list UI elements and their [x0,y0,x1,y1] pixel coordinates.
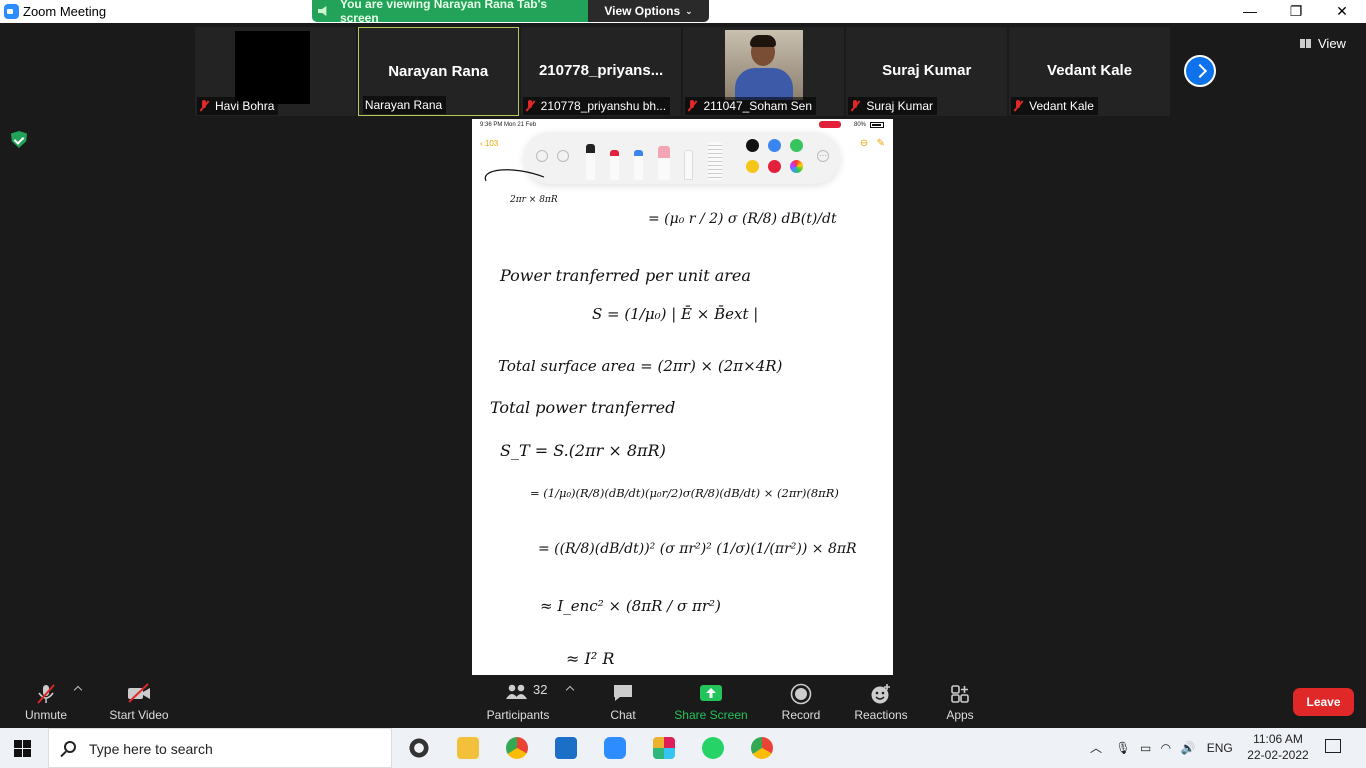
reactions-button[interactable]: Reactions [851,675,911,728]
speaker-icon [318,6,327,16]
participant-video [725,30,804,100]
view-layout-button[interactable]: View [1300,34,1346,52]
apps-icon [951,685,969,703]
participant-name-label: 210778_priyanshu bh... [522,97,671,115]
participants-options-chevron-icon[interactable] [565,685,575,695]
show-hidden-icons-chevron-icon[interactable]: ︿ [1090,741,1102,755]
video-off-icon [128,683,150,703]
file-explorer-icon[interactable] [457,737,479,759]
chevron-down-icon: ⌄ [685,5,693,16]
note-line-5: Total power tranferred [490,398,675,417]
chrome-profile-icon[interactable] [751,737,773,759]
mic-muted-icon [687,100,697,112]
mic-muted-icon [199,100,209,112]
close-icon[interactable]: ✕ [1319,0,1365,23]
participant-name-label: Suraj Kumar [848,97,938,115]
note-line-1-right: = (μ₀ r / 2) σ (R/8) dB(t)/dt [648,211,837,227]
taskbar-clock[interactable]: 11:06 AM 22-02-2022 [1247,731,1309,763]
wifi-icon[interactable]: ◠ [1161,741,1171,755]
unmute-button[interactable]: Unmute [18,675,74,728]
mic-muted-icon [525,100,535,112]
language-indicator[interactable]: ENG [1207,741,1233,755]
participants-button[interactable]: 32 Participants [484,675,552,728]
minimize-icon[interactable]: — [1227,0,1273,23]
mic-muted-icon [1013,100,1023,112]
slack-icon[interactable] [653,737,675,759]
participant-display-name: Vedant Kale [1047,62,1133,79]
note-line-2: Power tranferred per unit area [499,266,751,285]
microphone-icon[interactable]: 🎙 [1115,741,1130,755]
search-placeholder: Type here to search [89,741,213,757]
share-status: You are viewing Narayan Rana Tab's scree… [312,0,588,22]
scribble-mark [484,169,545,182]
search-icon [64,741,76,753]
participant-tile[interactable]: Havi Bohra [195,27,356,116]
participant-name-label: 211047_Soham Sen [685,97,817,115]
system-tray: ︿ 🎙 ▭ ◠ 🔊 ENG [1090,728,1233,768]
zoom-taskbar-icon[interactable] [604,737,626,759]
notifications-icon[interactable] [1325,739,1341,753]
note-line-4: Total surface area = (2πr) × (2π×4R) [498,357,783,375]
participant-display-name: Suraj Kumar [882,62,972,79]
share-screen-icon [700,685,722,701]
taskbar-search-input[interactable]: Type here to search [48,728,392,768]
participant-name-label: Vedant Kale [1011,97,1098,115]
windows-start-icon[interactable] [14,740,31,757]
audio-options-chevron-icon[interactable] [73,685,83,695]
meeting-controls-bar: Unmute Start Video 32 Participants Chat … [0,675,1366,728]
volume-icon[interactable]: 🔊 [1180,741,1195,755]
note-line-9: ≈ I_enc² × (8πR / σ πr²) [540,597,721,615]
participant-display-name: Narayan Rana [388,63,489,80]
share-status-text: You are viewing Narayan Rana Tab's scree… [339,0,548,22]
clock-date: 22-02-2022 [1247,748,1309,762]
record-button[interactable]: Record [778,675,824,728]
participant-gallery: Havi Bohra Narayan Rana Narayan Rana 210… [195,27,1170,116]
share-screen-button[interactable]: Share Screen [673,675,749,728]
shared-screen-view: 9:36 PM Mon 21 Feb 80% ‹ 103 ··· ⊖ ✎ 2πr… [472,119,893,675]
apps-button[interactable]: Apps [940,675,980,728]
reactions-smiley-icon [871,684,890,704]
mail-icon[interactable] [555,737,577,759]
participant-name-label: Narayan Rana [362,96,447,114]
participant-tile[interactable]: Suraj Kumar Suraj Kumar [846,27,1008,116]
maximize-icon[interactable]: ❐ [1273,0,1319,23]
chat-bubble-icon [614,685,632,701]
gallery-view-icon [1300,38,1311,48]
participant-display-name: 210778_priyans... [538,62,664,79]
note-line-3: S = (1/μ₀) | Ē × B̄ext | [592,305,758,323]
settings-gear-icon[interactable] [408,737,430,759]
chrome-icon[interactable] [506,737,528,759]
participant-name-label: Havi Bohra [197,97,279,115]
battery-status-icon[interactable]: ▭ [1140,741,1151,755]
zoom-app-icon [4,4,19,19]
screen-share-banner: You are viewing Narayan Rana Tab's scree… [312,0,709,22]
view-options-label: View Options [604,4,681,18]
handwritten-notes: 2πr × 8πR = (μ₀ r / 2) σ (R/8) dB(t)/dt … [484,169,857,668]
whatsapp-icon[interactable] [702,737,724,759]
note-line-6: S_T = S.(2πr × 8πR) [500,441,666,460]
participant-tile[interactable]: Vedant Kale Vedant Kale [1009,27,1170,116]
windows-taskbar: Type here to search ︿ 🎙 ▭ ◠ 🔊 ENG 11:06 … [0,728,1366,768]
mic-muted-icon [850,100,860,112]
participant-count: 32 [533,682,548,697]
participant-tile-active-speaker[interactable]: Narayan Rana Narayan Rana [357,27,519,116]
mic-muted-icon [37,684,55,704]
participant-tile[interactable]: 211047_Soham Sen [683,27,845,116]
participant-video [235,31,310,104]
start-video-button[interactable]: Start Video [106,675,172,728]
note-line-10: ≈ I² R [566,649,614,668]
chat-button[interactable]: Chat [603,675,643,728]
encryption-shield-icon[interactable] [11,131,27,148]
leave-meeting-button[interactable]: Leave [1293,688,1354,716]
participants-icon [506,684,527,699]
note-line-7: = (1/μ₀)(R/8)(dB/dt)(μ₀r/2)σ(R/8)(dB/dt)… [530,486,839,500]
note-line-8: = ((R/8)(dB/dt))² (σ πr²)² (1/σ)(1/(πr²)… [538,541,857,557]
view-options-button[interactable]: View Options ⌄ [588,0,709,22]
note-line-1-left: 2πr × 8πR [509,195,558,205]
window-title: Zoom Meeting [23,4,107,19]
next-page-arrow-icon[interactable] [1184,55,1216,87]
record-icon [790,683,812,705]
participant-tile[interactable]: 210778_priyans... 210778_priyanshu bh... [520,27,682,116]
clock-time: 11:06 AM [1253,732,1303,746]
